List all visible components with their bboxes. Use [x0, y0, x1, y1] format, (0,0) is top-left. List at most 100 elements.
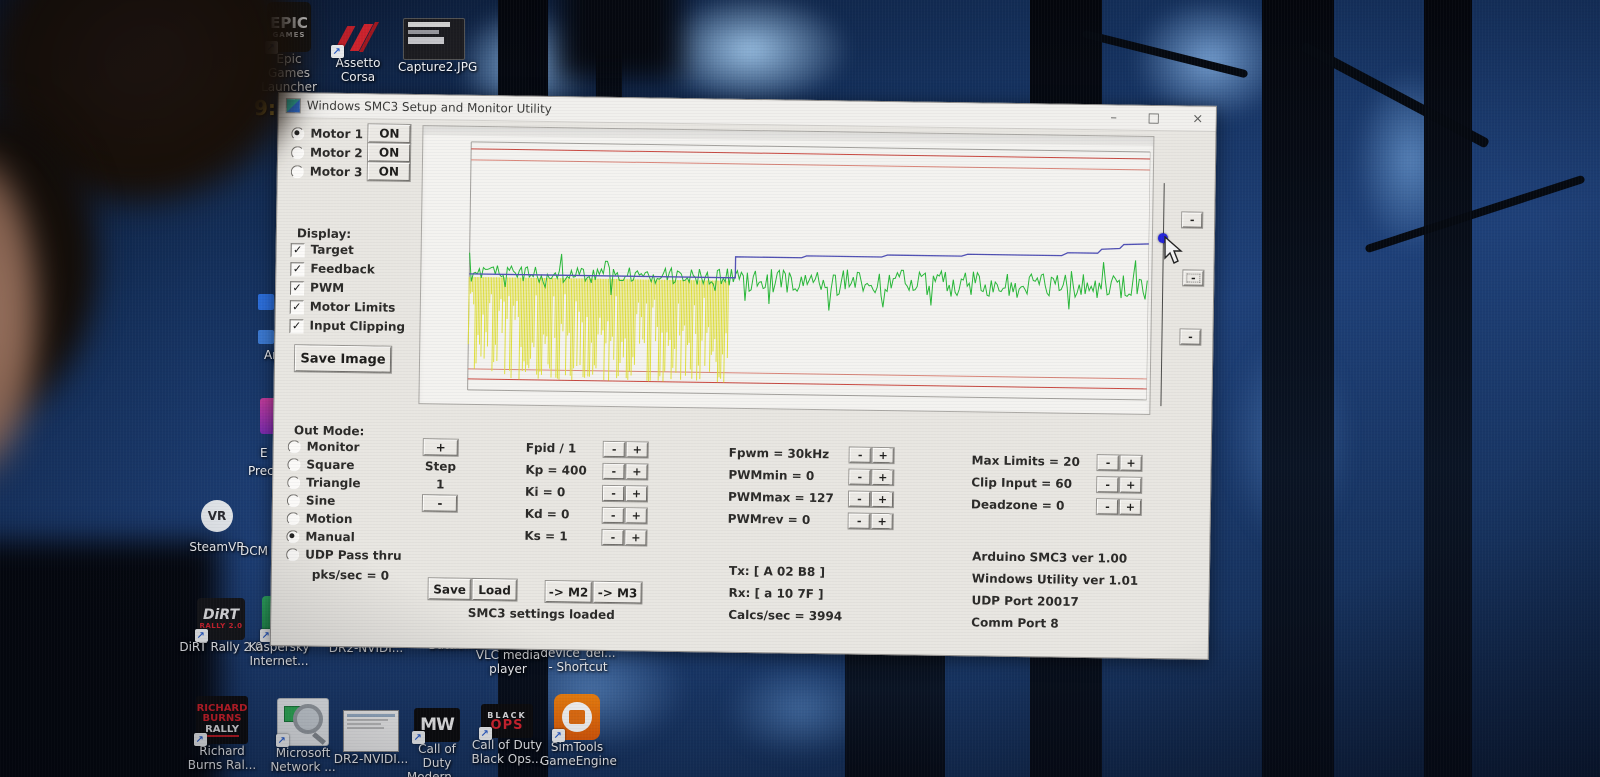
- desktop-icon-richard-burns[interactable]: RICHARD BURNS RALLY → RichardBurns Ral..…: [182, 696, 262, 772]
- udp-port: UDP Port 20017: [971, 593, 1078, 609]
- pwm-checkbox[interactable]: ✓: [290, 281, 304, 295]
- step-minus-button[interactable]: -: [423, 495, 457, 512]
- desktop-icon-assetto-corsa[interactable]: → AssettoCorsa: [326, 22, 390, 84]
- square-radio[interactable]: [287, 458, 300, 471]
- motion-label: Motion: [306, 511, 353, 526]
- motor3-label: Motor 3: [310, 164, 363, 179]
- kd-minus-button[interactable]: -: [603, 507, 624, 522]
- pwmrev-minus-button[interactable]: -: [849, 513, 870, 528]
- pwmmin-plus-button[interactable]: +: [872, 469, 893, 484]
- assetto-corsa-icon: →: [333, 22, 383, 56]
- shortcut-arrow-icon: →: [194, 733, 207, 746]
- ks-plus-button[interactable]: +: [625, 530, 646, 545]
- close-button[interactable]: ×: [1185, 109, 1211, 127]
- feedback-checkbox[interactable]: ✓: [290, 262, 304, 276]
- deadzone-label: Deadzone = 0: [971, 497, 1065, 512]
- manual-radio[interactable]: [286, 530, 299, 543]
- manual-label: Manual: [305, 529, 355, 544]
- deadzone-plus-button[interactable]: +: [1120, 499, 1141, 514]
- pwmmax-minus-button[interactable]: -: [849, 491, 870, 506]
- pwm-label: PWM: [310, 280, 344, 295]
- icon-label: Call of DutyModern ...: [402, 742, 472, 777]
- ks-minus-button[interactable]: -: [602, 529, 623, 544]
- ki-minus-button[interactable]: -: [603, 485, 624, 500]
- fpid-minus-button[interactable]: -: [604, 441, 625, 456]
- motor-limits-label: Motor Limits: [310, 299, 396, 314]
- fpwm-minus-button[interactable]: -: [850, 447, 871, 462]
- save-button[interactable]: Save: [428, 578, 470, 600]
- chart-slider-track[interactable]: [1160, 183, 1164, 406]
- limit-params: Max Limits = 20 -+ Clip Input = 60 -+ De…: [971, 449, 1142, 518]
- desktop-icon-epic-games[interactable]: EPIC GAMES → Epic GamesLauncher: [254, 2, 324, 94]
- kd-plus-button[interactable]: +: [626, 508, 647, 523]
- shortcut-arrow-icon: →: [412, 731, 425, 744]
- input-clipping-checkbox[interactable]: ✓: [289, 319, 303, 333]
- triangle-label: Triangle: [306, 475, 361, 490]
- slider-button-middle[interactable]: -: [1183, 270, 1203, 285]
- slider-button-top[interactable]: -: [1182, 212, 1202, 227]
- kp-minus-button[interactable]: -: [603, 463, 624, 478]
- deadzone-minus-button[interactable]: -: [1097, 499, 1118, 514]
- pwmmax-label: PWMmax = 127: [728, 490, 834, 506]
- desktop-icon-recycle-bin[interactable]: ♻ Recycle Bin: [178, 4, 244, 80]
- step-plus-button[interactable]: +: [424, 439, 458, 456]
- motor3-radio[interactable]: [291, 165, 304, 178]
- max-limits-label: Max Limits = 20: [972, 453, 1081, 469]
- minimize-button[interactable]: –: [1101, 108, 1127, 126]
- partial-icon[interactable]: [258, 294, 274, 310]
- motor2-on-button[interactable]: ON: [368, 143, 410, 162]
- fpid-plus-button[interactable]: +: [627, 442, 648, 457]
- pwmrev-label: PWMrev = 0: [728, 512, 811, 527]
- pwmrev-plus-button[interactable]: +: [872, 513, 893, 528]
- save-image-button[interactable]: Save Image: [295, 345, 391, 372]
- clock-fragment: 9:: [254, 96, 276, 120]
- to-m3-button[interactable]: -> M3: [593, 582, 641, 604]
- sine-radio[interactable]: [287, 494, 300, 507]
- desktop-icon-dcm-label[interactable]: DCM: [240, 544, 268, 558]
- monitor-radio[interactable]: [288, 440, 301, 453]
- motor2-label: Motor 2: [310, 145, 363, 160]
- partial-icon[interactable]: [258, 330, 274, 344]
- pid-params: Fpid / 1 -+ Kp = 400 -+ Ki = 0 -+ Kd = 0…: [524, 437, 648, 549]
- motor2-radio[interactable]: [291, 146, 304, 159]
- desktop-icon-dr2-nvidi-2[interactable]: DR2-NVIDI...: [330, 710, 412, 766]
- fpid-label: Fpid / 1: [526, 441, 577, 456]
- mouse-cursor: [1163, 236, 1187, 266]
- utility-version: Windows Utility ver 1.01: [972, 571, 1139, 587]
- kp-plus-button[interactable]: +: [626, 464, 647, 479]
- target-checkbox[interactable]: ✓: [291, 243, 305, 257]
- udp-pass-thru-radio[interactable]: [286, 548, 299, 561]
- desktop-icon-microsoft-network[interactable]: → MicrosoftNetwork ...: [266, 698, 340, 774]
- square-label: Square: [306, 457, 354, 472]
- pwmmax-plus-button[interactable]: +: [872, 491, 893, 506]
- out-mode-heading: Out Mode:: [294, 423, 365, 438]
- desktop-icon-cod-black-ops[interactable]: BLACK OPS → Call of DutyBlack Ops...: [468, 704, 546, 766]
- motor3-on-button[interactable]: ON: [368, 162, 410, 181]
- icon-label: RichardBurns Ral...: [182, 744, 262, 772]
- slider-button-bottom[interactable]: -: [1180, 329, 1200, 344]
- ki-plus-button[interactable]: +: [626, 486, 647, 501]
- desktop-icon-simtools[interactable]: → SimToolsGameEngine: [540, 694, 614, 768]
- motor1-on-button[interactable]: ON: [368, 124, 410, 143]
- max-limits-minus-button[interactable]: -: [1097, 455, 1118, 470]
- to-m2-button[interactable]: -> M2: [545, 581, 591, 603]
- motor1-radio[interactable]: [291, 127, 304, 140]
- maximize-button[interactable]: □: [1141, 109, 1167, 127]
- pwmmin-minus-button[interactable]: -: [849, 469, 870, 484]
- desktop-icon-vlc-label[interactable]: VLC mediaplayer: [472, 648, 544, 676]
- pwmmin-label: PWMmin = 0: [728, 468, 814, 483]
- sine-label: Sine: [306, 493, 336, 507]
- comm-port: Comm Port 8: [971, 615, 1059, 630]
- desktop-icon-capture2-jpg[interactable]: Capture2.JPG: [398, 18, 470, 74]
- desktop-icon-cod-modern[interactable]: MW → Call of DutyModern ...: [402, 708, 472, 777]
- monitor-label: Monitor: [307, 439, 360, 454]
- max-limits-plus-button[interactable]: +: [1120, 455, 1141, 470]
- clip-input-minus-button[interactable]: -: [1097, 477, 1118, 492]
- motor-limits-checkbox[interactable]: ✓: [290, 300, 304, 314]
- motion-radio[interactable]: [287, 512, 300, 525]
- triangle-radio[interactable]: [287, 476, 300, 489]
- partial-icon-label: Prec: [248, 464, 274, 478]
- clip-input-plus-button[interactable]: +: [1120, 477, 1141, 492]
- load-button[interactable]: Load: [472, 579, 516, 601]
- fpwm-plus-button[interactable]: +: [873, 447, 894, 462]
